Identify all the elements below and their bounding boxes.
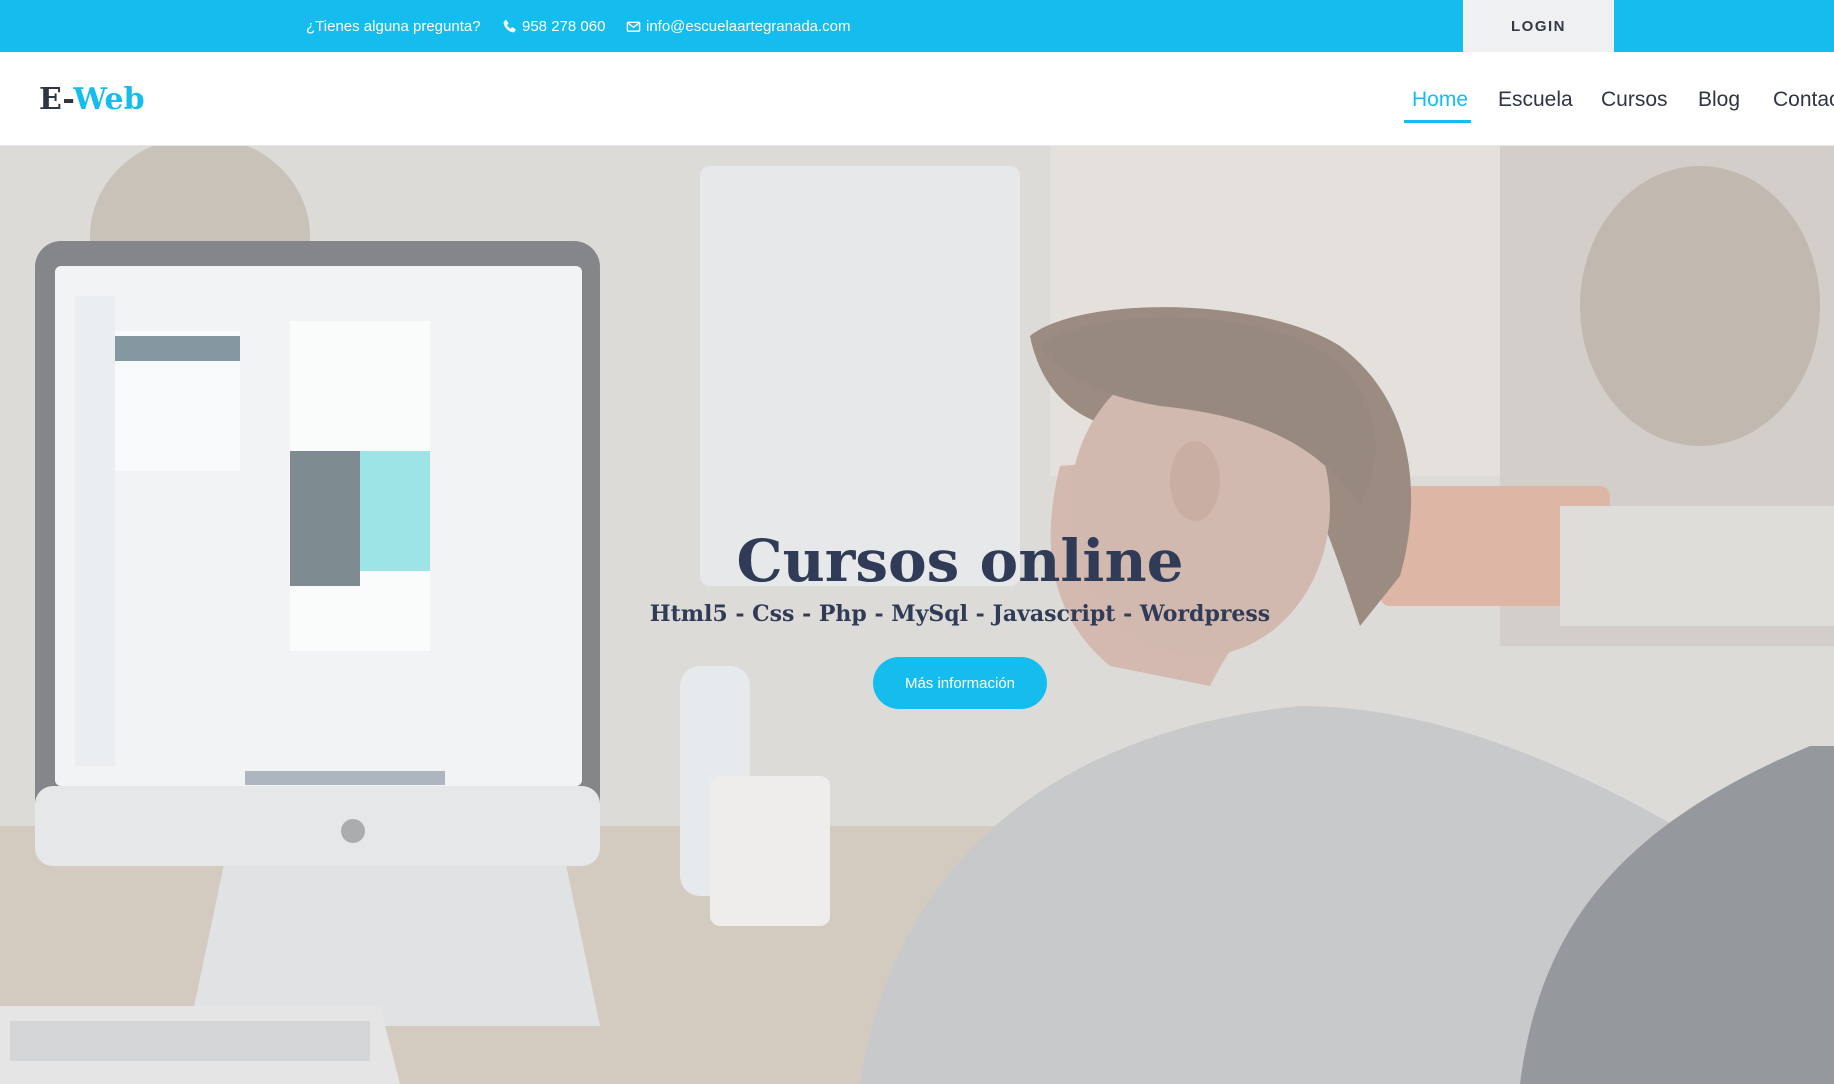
phone-number: 958 278 060 — [522, 17, 606, 35]
phone-icon — [503, 19, 516, 32]
main-navbar: E-Web Home Escuela Cursos Blog Contac — [0, 52, 1834, 146]
more-info-button[interactable]: Más información — [873, 657, 1047, 709]
login-button[interactable]: LOGIN — [1463, 0, 1614, 52]
nav-link-cursos[interactable]: Cursos — [1601, 84, 1668, 116]
site-logo[interactable]: E-Web — [39, 82, 145, 118]
logo-text-suffix: Web — [73, 82, 145, 117]
hero-title: Cursos online — [736, 527, 1184, 595]
question-text: ¿Tienes alguna pregunta? — [306, 17, 481, 35]
nav-link-escuela[interactable]: Escuela — [1498, 84, 1573, 116]
envelope-icon — [626, 21, 641, 32]
phone-contact[interactable]: 958 278 060 — [502, 0, 605, 52]
active-nav-indicator — [1404, 120, 1471, 123]
email-address: info@escuelaartegranada.com — [646, 17, 851, 35]
nav-link-contacto[interactable]: Contac — [1773, 84, 1834, 116]
email-contact[interactable]: info@escuelaartegranada.com — [626, 0, 851, 52]
top-bar: ¿Tienes alguna pregunta? 958 278 060 inf… — [0, 0, 1834, 52]
hero-section: Cursos online Html5 - Css - Php - MySql … — [0, 146, 1834, 1084]
nav-link-home[interactable]: Home — [1412, 84, 1468, 116]
nav-link-blog[interactable]: Blog — [1698, 84, 1740, 116]
hero-subtitle: Html5 - Css - Php - MySql - Javascript -… — [649, 601, 1271, 627]
logo-text-prefix: E- — [39, 82, 74, 117]
